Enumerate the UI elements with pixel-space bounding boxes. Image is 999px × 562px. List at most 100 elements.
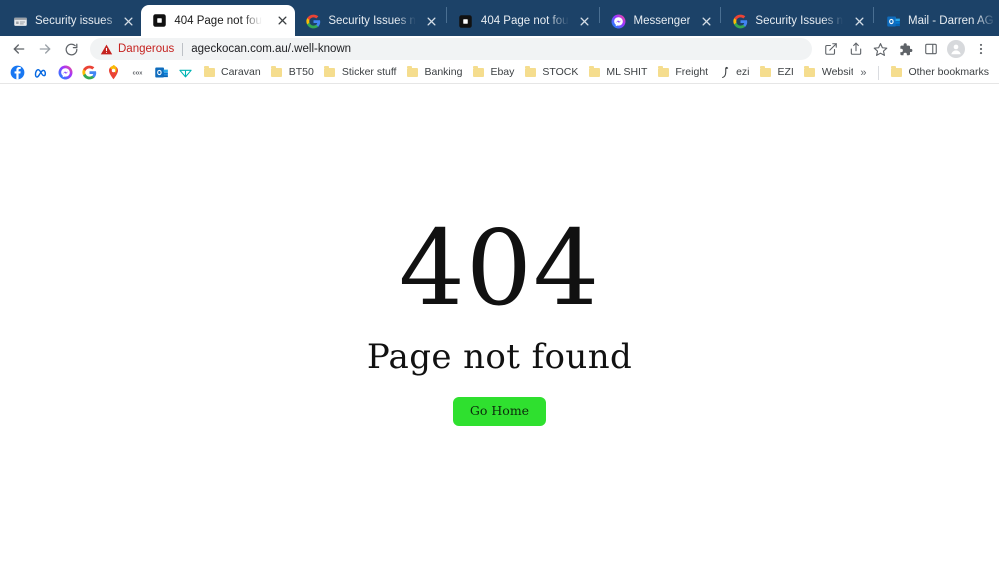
- browser-tab[interactable]: Security Issues n: [722, 6, 872, 36]
- reload-button[interactable]: [58, 37, 84, 61]
- back-button[interactable]: [6, 37, 32, 61]
- close-icon: [580, 16, 589, 26]
- folder-icon: [470, 65, 486, 81]
- bookmark-item[interactable]: [29, 64, 53, 82]
- bookmark-item[interactable]: [53, 64, 77, 82]
- tab-close-button[interactable]: [273, 12, 291, 30]
- bookmark-label: ezi: [736, 66, 750, 79]
- side-panel-icon: [924, 43, 937, 55]
- browser-tab[interactable]: Mail - Darren AG: [875, 6, 999, 36]
- folder-icon: [802, 65, 818, 81]
- bookmark-label: STOCK: [542, 66, 579, 79]
- folder-icon: [586, 65, 602, 81]
- google-icon: [732, 13, 748, 29]
- close-icon: [124, 16, 133, 26]
- folder-icon: [404, 65, 420, 81]
- page-content: 404 Page not found Go Home: [0, 84, 999, 561]
- error-code: 404: [398, 207, 601, 329]
- svg-text:cox: cox: [132, 71, 143, 77]
- black-square-icon: [458, 13, 474, 29]
- ezi-icon: [716, 65, 732, 81]
- tab-title: 404 Page not found: [174, 14, 267, 27]
- security-status-badge[interactable]: Dangerous: [100, 43, 174, 56]
- tab-title: Security issues: [35, 15, 113, 27]
- bookmark-item[interactable]: BT50: [265, 64, 318, 82]
- teal-kite-icon: [177, 65, 193, 81]
- google-icon: [81, 65, 97, 81]
- bookmark-label: Freight: [675, 66, 709, 79]
- bookmark-item[interactable]: Banking: [400, 64, 466, 82]
- outlook-icon: [885, 13, 901, 29]
- bookmark-item[interactable]: [173, 64, 197, 82]
- go-home-button[interactable]: Go Home: [452, 397, 547, 426]
- messenger-icon: [57, 65, 73, 81]
- folder-icon: [322, 65, 338, 81]
- browser-tab[interactable]: Security issues: [2, 6, 141, 36]
- side-panel-button[interactable]: [918, 37, 943, 61]
- bookmark-item[interactable]: [101, 64, 125, 82]
- tab-close-button[interactable]: [119, 12, 137, 30]
- browser-tab[interactable]: 404 Page not found: [141, 5, 296, 36]
- tab-title: Messenger: [633, 15, 691, 27]
- tab-separator: [720, 6, 722, 23]
- bookmark-button[interactable]: [868, 37, 893, 61]
- address-bar[interactable]: Dangerous ageckocan.com.au/.well-known: [90, 38, 812, 60]
- bookmarks-bar: cox Caravan BT50 Sticker stuff Banking Ebay ST…: [0, 62, 999, 84]
- browser-tab[interactable]: Messenger: [601, 6, 720, 36]
- share-icon: [850, 42, 861, 55]
- extensions-button[interactable]: [893, 37, 918, 61]
- bookmark-item[interactable]: [77, 64, 101, 82]
- bookmark-label: Banking: [424, 66, 463, 79]
- bookmarks-overflow-button[interactable]: »: [853, 64, 873, 82]
- tab-close-button[interactable]: [697, 12, 715, 30]
- folder-icon: [522, 65, 538, 81]
- bookmark-item[interactable]: [5, 64, 29, 82]
- bookmark-label: BT50: [288, 66, 314, 79]
- tab-close-button[interactable]: [423, 12, 441, 30]
- facebook-icon: [9, 65, 25, 81]
- profile-button[interactable]: [943, 37, 968, 61]
- open-in-new-button[interactable]: [818, 37, 843, 61]
- bookmarks-overflow: » Other bookmarks: [853, 64, 993, 82]
- tab-separator: [598, 6, 600, 23]
- open-in-new-icon: [824, 43, 837, 55]
- warning-triangle-icon: [100, 44, 113, 54]
- tab-title: Mail - Darren AG: [908, 15, 994, 27]
- more-menu-button[interactable]: [968, 37, 993, 61]
- bookmark-item[interactable]: Caravan: [197, 64, 265, 82]
- bookmark-label: Ebay: [490, 66, 515, 79]
- bookmark-item[interactable]: Ebay: [466, 64, 518, 82]
- search-console-icon: [12, 13, 28, 29]
- tab-separator: [445, 6, 447, 23]
- bookmark-item[interactable]: STOCK: [518, 64, 582, 82]
- bookmarks-divider: [878, 65, 880, 80]
- meta-icon: [33, 65, 49, 81]
- browser-tab[interactable]: 404 Page not fou: [448, 6, 598, 36]
- bookmark-label: EZI: [777, 66, 794, 79]
- bookmark-item[interactable]: ML SHIT: [582, 64, 651, 82]
- omnibox-divider: [182, 42, 184, 56]
- tab-close-button[interactable]: [576, 12, 594, 30]
- url-text: ageckocan.com.au/.well-known: [191, 43, 352, 55]
- extensions-icon: [900, 42, 913, 55]
- bookmark-item[interactable]: [149, 64, 173, 82]
- tab-title: Security Issues n: [755, 15, 843, 27]
- maps-pin-icon: [105, 65, 121, 81]
- folder-icon: [269, 65, 285, 81]
- tab-title: Security Issues n: [328, 15, 416, 27]
- bookmark-item[interactable]: cox: [125, 64, 149, 82]
- forward-button[interactable]: [32, 37, 58, 61]
- browser-tab[interactable]: Security Issues n: [295, 6, 445, 36]
- bookmark-item[interactable]: Freight: [651, 64, 712, 82]
- bookmark-item[interactable]: EZI: [754, 64, 798, 82]
- avatar-icon: [946, 40, 965, 58]
- bookmark-item[interactable]: ezi: [712, 64, 753, 82]
- other-bookmarks-label: Other bookmarks: [908, 66, 989, 79]
- tab-close-button[interactable]: [850, 12, 868, 30]
- share-button[interactable]: [843, 37, 868, 61]
- reload-icon: [65, 43, 77, 55]
- more-menu-icon: [979, 43, 982, 55]
- other-bookmarks-folder[interactable]: Other bookmarks: [884, 64, 993, 82]
- bookmark-item[interactable]: Website 2023: [798, 64, 853, 82]
- bookmark-item[interactable]: Sticker stuff: [318, 64, 401, 82]
